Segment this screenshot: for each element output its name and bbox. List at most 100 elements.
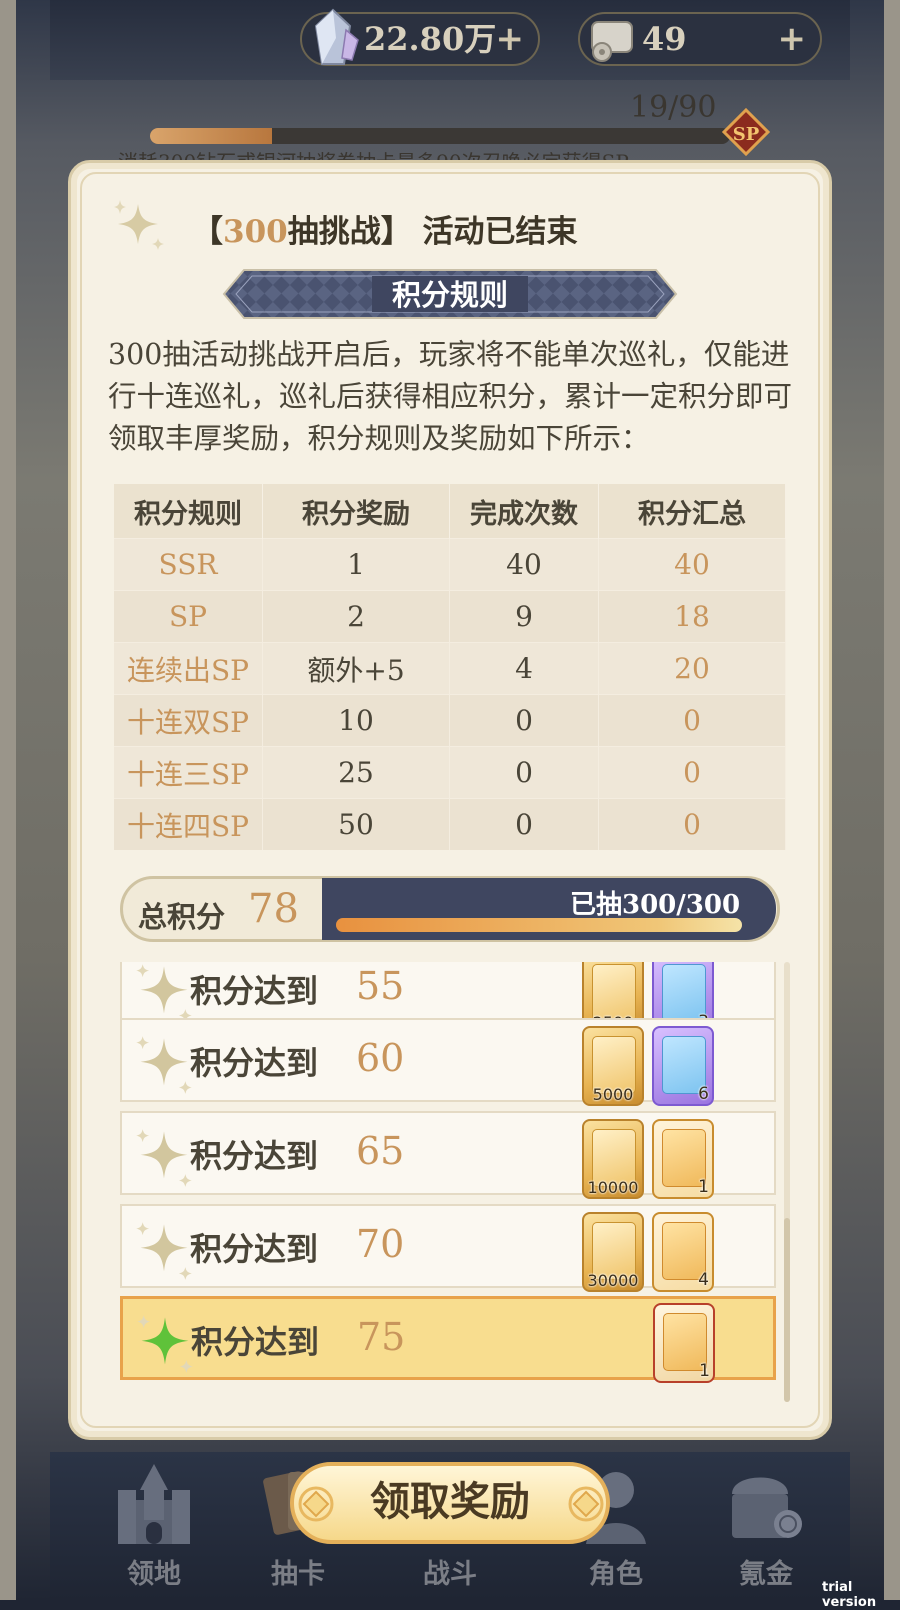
title-rest: 抽挑战】 活动已结束 [287, 214, 578, 250]
count-cell: 0 [449, 798, 599, 850]
crystal-amount: 22.80万 [364, 20, 497, 58]
pity-progress-fill [150, 128, 273, 144]
rule-cell: 连续出SP [114, 642, 263, 695]
reward-row: 积分达到 60 5000 6 [120, 1018, 776, 1106]
table-row: 十连双SP 10 0 0 [114, 694, 786, 747]
nav-item-territory[interactable]: 领地 [94, 1460, 214, 1590]
left-edge [0, 0, 16, 1600]
item-quantity: 30000 [587, 1271, 639, 1290]
table-header-cell: 积分规则 [114, 484, 263, 539]
table-row: 十连四SP 50 0 0 [114, 798, 786, 850]
reward-cell: 2 [262, 590, 450, 643]
gold-voucher-item[interactable]: 4 [652, 1212, 714, 1292]
pity-counter: 19/90 [630, 90, 717, 125]
reward-row: 积分达到 65 10000 1 [120, 1111, 776, 1199]
reward-cell: 1 [262, 538, 450, 591]
reward-threshold-value: 70 [356, 1222, 405, 1266]
sum-cell: 40 [598, 538, 786, 591]
table-row: 十连三SP 25 0 0 [114, 746, 786, 799]
count-cell: 4 [449, 642, 599, 695]
sum-cell: 0 [598, 798, 786, 850]
nav-label: 氪金 [739, 1559, 793, 1590]
table-header-row: 积分规则 积分奖励 完成次数 积分汇总 [114, 484, 786, 539]
sparkle-icon [136, 1129, 192, 1187]
reward-cell: 额外+5 [262, 642, 450, 695]
rule-cell: 十连双SP [114, 694, 263, 747]
watermark: trial version [822, 1580, 877, 1610]
rules-description: 300抽活动挑战开启后，玩家将不能单次巡礼，仅能进行十连巡礼，巡礼后获得相应积分… [108, 338, 793, 455]
reward-row: 积分达到 70 30000 4 [120, 1204, 776, 1292]
table-header-cell: 完成次数 [449, 484, 599, 539]
sparkle-icon [136, 964, 192, 1022]
item-quantity: 4 [698, 1270, 709, 1290]
scroll-icon [591, 21, 633, 62]
draw-progress-text: 已抽300/300 [570, 890, 741, 920]
reward-threshold-value: 75 [357, 1315, 406, 1359]
reward-list[interactable]: 积分达到5525003积分达到6050006积分达到65100001积分达到70… [120, 962, 780, 1414]
sum-cell: 18 [598, 590, 786, 643]
item-quantity: 5000 [592, 1085, 634, 1104]
right-edge [884, 0, 900, 1600]
score-rules-table: 积分规则 积分奖励 完成次数 积分汇总 SSR 1 40 40 SP 2 9 1… [114, 484, 786, 850]
gold-voucher-item[interactable]: 1 [652, 1119, 714, 1199]
reward-cell: 10 [262, 694, 450, 747]
rule-cell: 十连四SP [114, 798, 263, 850]
table-header-cell: 积分奖励 [262, 484, 450, 539]
reward-cell: 50 [262, 798, 450, 850]
reward-threshold-value: 65 [356, 1129, 405, 1173]
ticket-add-button[interactable]: + [778, 14, 807, 64]
count-cell: 9 [449, 590, 599, 643]
sparkle-icon [137, 1315, 193, 1373]
reward-list-scroll-thumb[interactable] [784, 1218, 790, 1402]
rules-banner-title: 积分规则 [391, 278, 508, 312]
crystal-add-button[interactable]: + [496, 14, 525, 64]
reward-threshold-label: 积分达到 [190, 1137, 319, 1175]
table-row: SP 2 9 18 [114, 590, 786, 643]
reward-threshold-label: 积分达到 [190, 1044, 319, 1082]
reward-cell: 25 [262, 746, 450, 799]
reward-row-current: 积分达到 75 1 [120, 1296, 776, 1383]
sum-cell: 0 [598, 694, 786, 747]
nav-label: 抽卡 [271, 1559, 325, 1590]
nav-label: 领地 [127, 1559, 181, 1590]
nav-label: 战斗 [423, 1559, 477, 1590]
table-row: 连续出SP 额外+5 4 20 [114, 642, 786, 695]
table-header-cell: 积分汇总 [598, 484, 786, 539]
crystal-icon [314, 8, 359, 65]
blue-voucher-item[interactable]: 6 [652, 1026, 714, 1106]
treasure-chest-icon [732, 1477, 802, 1538]
total-score-label: 总积分 [138, 900, 226, 934]
pity-progress-bar [150, 128, 730, 144]
item-quantity: 1 [699, 1361, 710, 1381]
item-quantity: 1 [698, 1177, 709, 1197]
sparkle-icon [136, 1036, 192, 1094]
count-cell: 0 [449, 746, 599, 799]
reward-threshold-label: 积分达到 [191, 1323, 320, 1361]
gold-voucher-item[interactable]: 1 [653, 1303, 715, 1383]
sum-cell: 20 [598, 642, 786, 695]
rule-cell: SSR [114, 538, 263, 591]
sp-badge-text: SP [733, 124, 760, 145]
top-resource-bar: 22.80万 + 49 + [50, 0, 850, 80]
title-highlight: 300 [223, 214, 288, 250]
ticket-resource: 49 + [578, 12, 822, 66]
reward-threshold-label: 积分达到 [190, 972, 319, 1010]
total-score-value: 78 [248, 886, 299, 932]
gold-ticket-item[interactable]: 5000 [582, 1026, 644, 1106]
claim-reward-label: 领取奖励 [370, 1478, 530, 1525]
gold-ticket-item[interactable]: 30000 [582, 1212, 644, 1292]
crystal-resource: 22.80万 + [300, 8, 540, 66]
rule-cell: SP [114, 590, 263, 643]
draw-progress-fill [336, 918, 742, 932]
sparkle-icon [136, 1222, 192, 1280]
draw-progress-bar [336, 918, 742, 932]
reward-threshold-value: 60 [356, 1036, 405, 1080]
reward-threshold-value: 55 [356, 964, 405, 1008]
item-quantity: 10000 [587, 1178, 639, 1197]
nav-item-shop[interactable]: 氪金 [706, 1460, 826, 1590]
item-quantity: 6 [698, 1084, 709, 1104]
rule-cell: 十连三SP [114, 746, 263, 799]
gold-ticket-item[interactable]: 10000 [582, 1119, 644, 1199]
sum-cell: 0 [598, 746, 786, 799]
reward-threshold-label: 积分达到 [190, 1230, 319, 1268]
